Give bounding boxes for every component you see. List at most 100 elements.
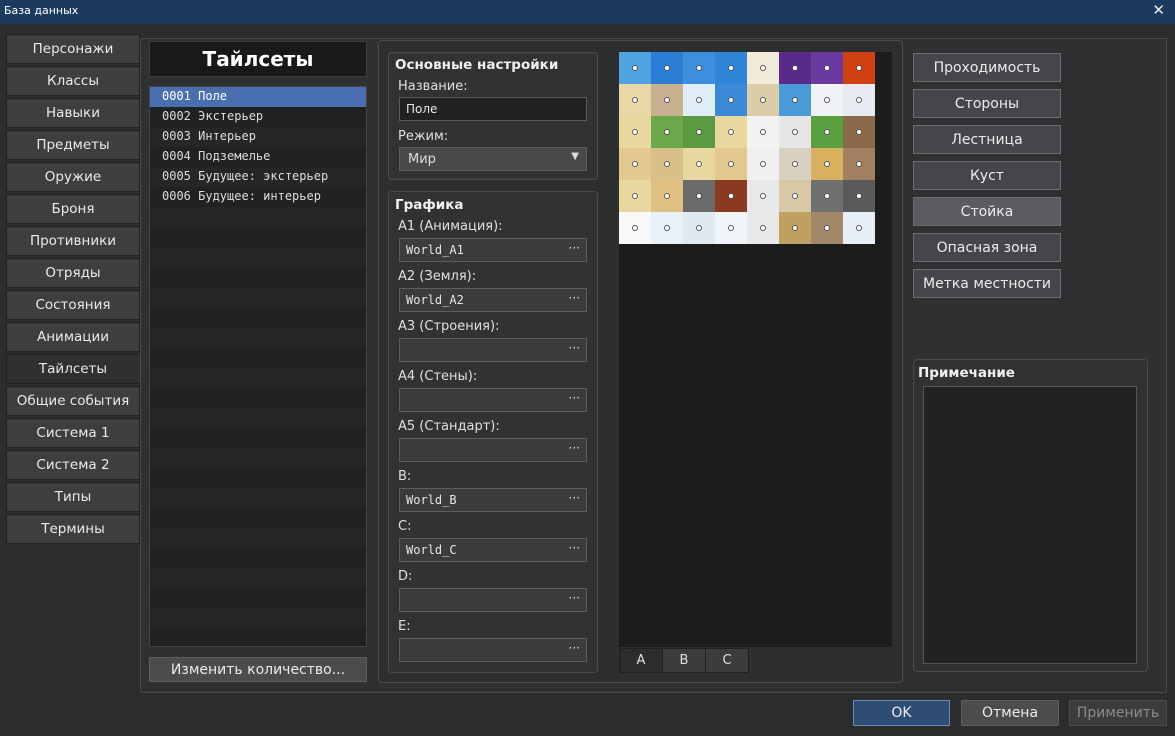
tab-c[interactable]: C (705, 648, 749, 673)
tile[interactable] (715, 180, 747, 212)
tile[interactable] (715, 116, 747, 148)
nav-tilesets[interactable]: Тайлсеты (6, 354, 140, 384)
browse-icon[interactable]: ··· (569, 291, 580, 305)
nav-weapons[interactable]: Оружие (6, 162, 140, 192)
ladder-button[interactable]: Лестница (913, 125, 1061, 154)
tile[interactable] (779, 180, 811, 212)
graphics-field-a2[interactable]: World_A2 ··· (399, 288, 587, 312)
graphics-field-e[interactable]: ··· (399, 638, 587, 662)
tab-a[interactable]: A (619, 648, 663, 673)
browse-icon[interactable]: ··· (569, 491, 580, 505)
damage-floor-button[interactable]: Опасная зона (913, 233, 1061, 262)
tile[interactable] (843, 212, 875, 244)
tile[interactable] (683, 116, 715, 148)
tile[interactable] (683, 52, 715, 84)
list-item[interactable]: 0003 Интерьер (150, 127, 366, 147)
cancel-button[interactable]: Отмена (961, 700, 1059, 726)
browse-icon[interactable]: ··· (569, 441, 580, 455)
browse-icon[interactable]: ··· (569, 641, 580, 655)
graphics-field-c[interactable]: World_C ··· (399, 538, 587, 562)
tile[interactable] (651, 212, 683, 244)
tile[interactable] (779, 116, 811, 148)
tile[interactable] (619, 52, 651, 84)
tile-palette[interactable] (619, 52, 892, 647)
tile[interactable] (715, 212, 747, 244)
tab-b[interactable]: B (662, 648, 706, 673)
bush-button[interactable]: Куст (913, 161, 1061, 190)
tile[interactable] (715, 148, 747, 180)
list-item[interactable]: 0001 Поле (150, 87, 366, 107)
tile[interactable] (811, 116, 843, 148)
tile[interactable] (843, 52, 875, 84)
tile[interactable] (747, 212, 779, 244)
tile[interactable] (683, 180, 715, 212)
tile[interactable] (779, 212, 811, 244)
tile[interactable] (747, 148, 779, 180)
nav-terms[interactable]: Термины (6, 514, 140, 544)
tile[interactable] (715, 52, 747, 84)
browse-icon[interactable]: ··· (569, 241, 580, 255)
tile[interactable] (651, 84, 683, 116)
tile[interactable] (747, 52, 779, 84)
tile[interactable] (811, 84, 843, 116)
tile[interactable] (651, 116, 683, 148)
tile[interactable] (811, 148, 843, 180)
mode-select[interactable]: Мир ▼ (399, 147, 587, 171)
nav-enemies[interactable]: Противники (6, 226, 140, 256)
graphics-field-a1[interactable]: World_A1 ··· (399, 238, 587, 262)
tile[interactable] (619, 116, 651, 148)
graphics-field-d[interactable]: ··· (399, 588, 587, 612)
nav-common-events[interactable]: Общие события (6, 386, 140, 416)
graphics-field-b[interactable]: World_B ··· (399, 488, 587, 512)
nav-skills[interactable]: Навыки (6, 98, 140, 128)
graphics-field-a5[interactable]: ··· (399, 438, 587, 462)
note-textarea[interactable] (923, 386, 1137, 664)
tile[interactable] (843, 84, 875, 116)
change-maximum-button[interactable]: Изменить количество... (149, 657, 367, 682)
tile[interactable] (747, 180, 779, 212)
nav-classes[interactable]: Классы (6, 66, 140, 96)
tile[interactable] (683, 148, 715, 180)
close-icon[interactable]: ✕ (1152, 1, 1165, 19)
tile-grid[interactable] (619, 52, 875, 244)
tileset-list[interactable]: 0001 Поле 0002 Экстерьер 0003 Интерьер 0… (149, 86, 367, 647)
nav-types[interactable]: Типы (6, 482, 140, 512)
tile[interactable] (651, 52, 683, 84)
browse-icon[interactable]: ··· (569, 341, 580, 355)
tile[interactable] (811, 180, 843, 212)
nav-system-2[interactable]: Система 2 (6, 450, 140, 480)
nav-actors[interactable]: Персонажи (6, 34, 140, 64)
list-item[interactable]: 0005 Будущее: экстерьер (150, 167, 366, 187)
graphics-field-a4[interactable]: ··· (399, 388, 587, 412)
passage-button[interactable]: Проходимость (913, 53, 1061, 82)
tile[interactable] (715, 84, 747, 116)
tile[interactable] (619, 212, 651, 244)
nav-troops[interactable]: Отряды (6, 258, 140, 288)
browse-icon[interactable]: ··· (569, 391, 580, 405)
tile[interactable] (747, 84, 779, 116)
list-item[interactable]: 0006 Будущее: интерьер (150, 187, 366, 207)
tile[interactable] (619, 84, 651, 116)
tile[interactable] (843, 148, 875, 180)
list-item[interactable]: 0002 Экстерьер (150, 107, 366, 127)
nav-armors[interactable]: Броня (6, 194, 140, 224)
browse-icon[interactable]: ··· (569, 541, 580, 555)
tile[interactable] (843, 180, 875, 212)
tile[interactable] (619, 180, 651, 212)
apply-button[interactable]: Применить (1069, 700, 1167, 726)
tile[interactable] (683, 212, 715, 244)
nav-items[interactable]: Предметы (6, 130, 140, 160)
nav-states[interactable]: Состояния (6, 290, 140, 320)
tile[interactable] (747, 116, 779, 148)
ok-button[interactable]: OK (853, 700, 950, 726)
counter-button[interactable]: Стойка (913, 197, 1061, 226)
tile[interactable] (811, 212, 843, 244)
tile[interactable] (619, 148, 651, 180)
nav-animations[interactable]: Анимации (6, 322, 140, 352)
graphics-field-a3[interactable]: ··· (399, 338, 587, 362)
tile[interactable] (779, 52, 811, 84)
tile[interactable] (651, 148, 683, 180)
name-input[interactable]: Поле (399, 97, 587, 121)
tile[interactable] (843, 116, 875, 148)
tile[interactable] (779, 84, 811, 116)
